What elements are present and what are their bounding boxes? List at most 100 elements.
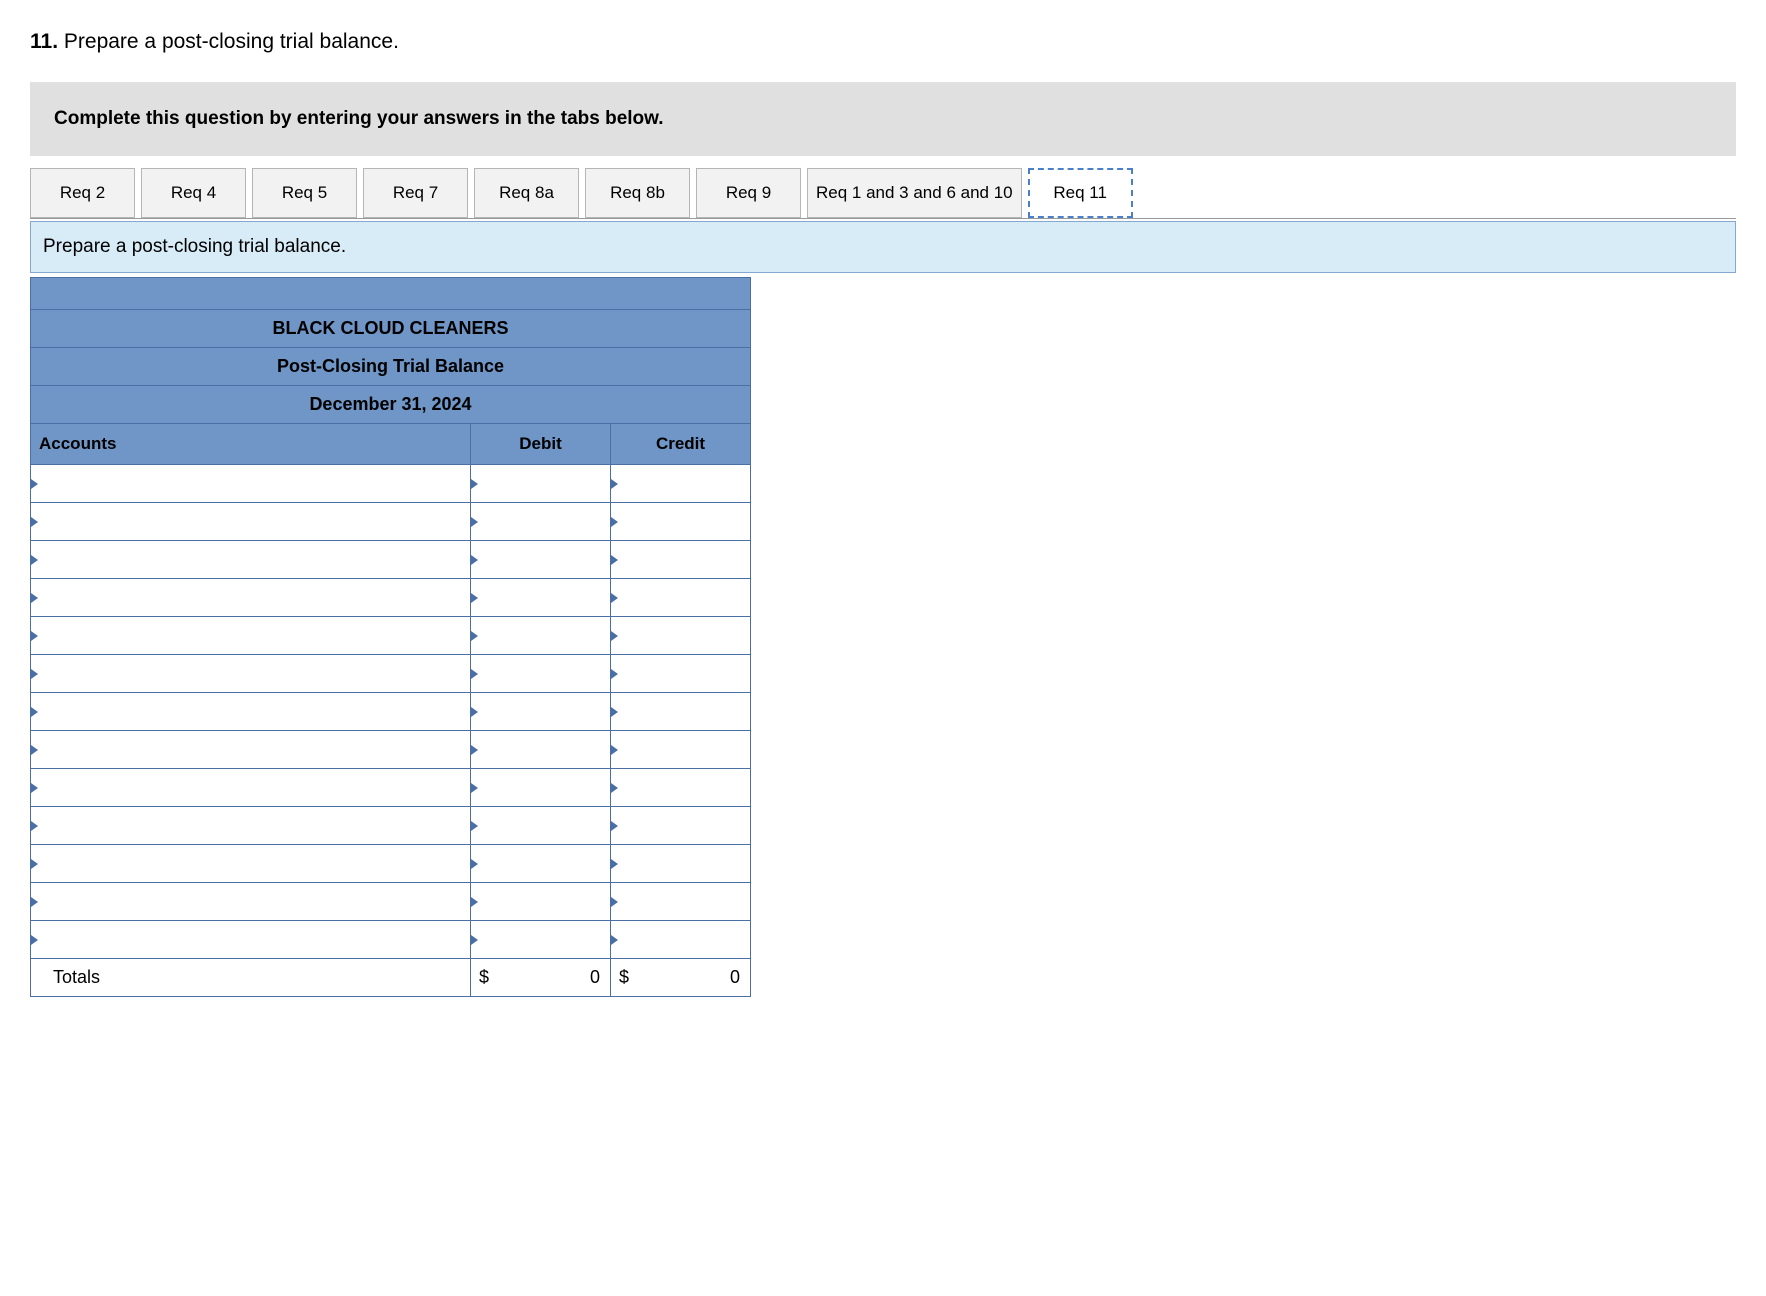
credit-input[interactable] [611, 579, 750, 616]
column-header-debit: Debit [471, 424, 611, 465]
tab-req-8b[interactable]: Req 8b [585, 168, 690, 218]
table-title-2: Post-Closing Trial Balance [31, 348, 751, 386]
dropdown-marker-icon [471, 669, 478, 679]
table-row [31, 921, 751, 959]
dropdown-marker-icon [31, 631, 38, 641]
table-row [31, 731, 751, 769]
debit-input[interactable] [471, 921, 610, 958]
table-row [31, 883, 751, 921]
debit-input[interactable] [471, 617, 610, 654]
tab-req-8a[interactable]: Req 8a [474, 168, 579, 218]
table-row [31, 693, 751, 731]
table-row [31, 617, 751, 655]
accounts-input[interactable] [31, 769, 470, 806]
column-header-accounts: Accounts [31, 424, 471, 465]
dropdown-marker-icon [31, 745, 38, 755]
credit-input[interactable] [611, 617, 750, 654]
accounts-input[interactable] [31, 503, 470, 540]
tab-req-7[interactable]: Req 7 [363, 168, 468, 218]
accounts-input[interactable] [31, 693, 470, 730]
sub-instruction: Prepare a post-closing trial balance. [30, 221, 1736, 273]
tab-req-5[interactable]: Req 5 [252, 168, 357, 218]
accounts-input[interactable] [31, 617, 470, 654]
table-row [31, 769, 751, 807]
totals-label: Totals [31, 959, 471, 997]
table-row [31, 503, 751, 541]
dropdown-marker-icon [471, 783, 478, 793]
tab-req-9[interactable]: Req 9 [696, 168, 801, 218]
dropdown-marker-icon [31, 783, 38, 793]
credit-input[interactable] [611, 465, 750, 502]
debit-input[interactable] [471, 541, 610, 578]
dropdown-marker-icon [471, 517, 478, 527]
tab-req-2[interactable]: Req 2 [30, 168, 135, 218]
debit-input[interactable] [471, 465, 610, 502]
question-header: 11. Prepare a post-closing trial balance… [30, 30, 1736, 54]
debit-input[interactable] [471, 503, 610, 540]
accounts-input[interactable] [31, 465, 470, 502]
question-number: 11. [30, 30, 58, 53]
tab-req-1-3-6-10[interactable]: Req 1 and 3 and 6 and 10 [807, 168, 1022, 218]
dropdown-marker-icon [471, 897, 478, 907]
tab-req-11[interactable]: Req 11 [1028, 168, 1133, 218]
accounts-input[interactable] [31, 579, 470, 616]
dropdown-marker-icon [31, 821, 38, 831]
table-row [31, 541, 751, 579]
debit-input[interactable] [471, 579, 610, 616]
accounts-input[interactable] [31, 845, 470, 882]
debit-input[interactable] [471, 883, 610, 920]
credit-input[interactable] [611, 807, 750, 844]
dropdown-marker-icon [611, 631, 618, 641]
accounts-input[interactable] [31, 541, 470, 578]
dropdown-marker-icon [471, 821, 478, 831]
dropdown-marker-icon [611, 783, 618, 793]
credit-input[interactable] [611, 769, 750, 806]
accounts-input[interactable] [31, 655, 470, 692]
debit-input[interactable] [471, 731, 610, 768]
dropdown-marker-icon [31, 707, 38, 717]
dropdown-marker-icon [611, 745, 618, 755]
dropdown-marker-icon [611, 479, 618, 489]
table-row [31, 465, 751, 503]
credit-input[interactable] [611, 921, 750, 958]
totals-credit: $0 [611, 959, 751, 997]
dropdown-marker-icon [611, 821, 618, 831]
dropdown-marker-icon [611, 859, 618, 869]
dropdown-marker-icon [471, 745, 478, 755]
dropdown-marker-icon [31, 897, 38, 907]
dropdown-marker-icon [611, 897, 618, 907]
credit-input[interactable] [611, 731, 750, 768]
accounts-input[interactable] [31, 883, 470, 920]
tab-req-4[interactable]: Req 4 [141, 168, 246, 218]
credit-input[interactable] [611, 541, 750, 578]
dropdown-marker-icon [471, 555, 478, 565]
debit-input[interactable] [471, 807, 610, 844]
accounts-input[interactable] [31, 921, 470, 958]
credit-input[interactable] [611, 845, 750, 882]
credit-input[interactable] [611, 883, 750, 920]
dropdown-marker-icon [31, 555, 38, 565]
dropdown-marker-icon [31, 669, 38, 679]
dropdown-marker-icon [471, 593, 478, 603]
trial-balance-table: BLACK CLOUD CLEANERS Post-Closing Trial … [30, 277, 751, 997]
debit-input[interactable] [471, 845, 610, 882]
dropdown-marker-icon [31, 479, 38, 489]
table-row [31, 655, 751, 693]
credit-input[interactable] [611, 503, 750, 540]
dropdown-marker-icon [31, 859, 38, 869]
credit-input[interactable] [611, 693, 750, 730]
debit-input[interactable] [471, 693, 610, 730]
dropdown-marker-icon [611, 593, 618, 603]
credit-input[interactable] [611, 655, 750, 692]
dropdown-marker-icon [611, 517, 618, 527]
debit-input[interactable] [471, 655, 610, 692]
table-row [31, 807, 751, 845]
dropdown-marker-icon [471, 707, 478, 717]
debit-input[interactable] [471, 769, 610, 806]
instruction-bar: Complete this question by entering your … [30, 82, 1736, 156]
accounts-input[interactable] [31, 731, 470, 768]
accounts-input[interactable] [31, 807, 470, 844]
dropdown-marker-icon [471, 479, 478, 489]
totals-debit: $0 [471, 959, 611, 997]
dropdown-marker-icon [471, 935, 478, 945]
